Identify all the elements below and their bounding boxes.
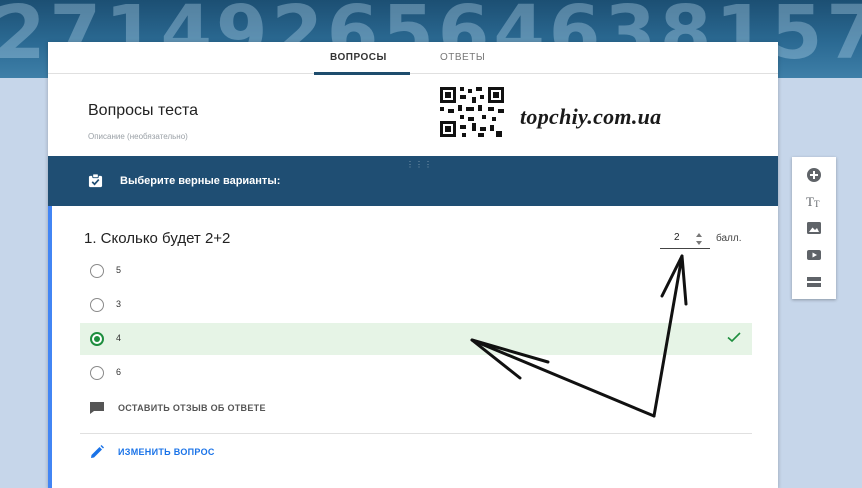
points-stepper-icon[interactable] <box>694 231 704 247</box>
points-label: балл. <box>716 233 742 244</box>
radio-button-selected[interactable] <box>90 332 104 346</box>
section-header: ⋮⋮⋮ Выберите верные варианты: <box>48 156 778 206</box>
option-label: 3 <box>116 299 122 309</box>
pencil-icon <box>91 445 104 458</box>
answer-option[interactable]: 5 <box>84 255 754 287</box>
add-feedback-label: ОСТАВИТЬ ОТЗЫВ ОБ ОТВЕТЕ <box>118 403 266 413</box>
title-text-icon[interactable]: T T <box>806 193 822 209</box>
section-title: Выберите верные варианты: <box>120 175 281 187</box>
option-label: 6 <box>116 367 122 377</box>
svg-text:T: T <box>814 199 820 209</box>
option-label: 4 <box>116 333 122 343</box>
video-icon[interactable] <box>806 247 822 263</box>
tab-questions[interactable]: ВОПРОСЫ <box>330 52 387 63</box>
edit-question-label: ИЗМЕНИТЬ ВОПРОС <box>118 447 215 457</box>
question-title[interactable]: 1. Сколько будет 2+2 <box>84 230 230 247</box>
watermark-text: topchiy.com.ua <box>520 104 662 129</box>
feedback-icon <box>90 402 104 414</box>
image-icon[interactable] <box>806 220 822 236</box>
answer-option-correct[interactable]: 4 <box>80 323 752 355</box>
radio-button[interactable] <box>90 298 104 312</box>
active-question-accent <box>48 206 52 488</box>
option-label: 5 <box>116 265 122 275</box>
side-toolbar: T T <box>792 157 836 299</box>
svg-text:T: T <box>806 194 814 209</box>
points-field[interactable]: 2 балл. <box>660 232 750 250</box>
section-icon[interactable] <box>806 274 822 290</box>
drag-handle-icon[interactable]: ⋮⋮⋮ <box>406 160 433 169</box>
points-input[interactable]: 2 <box>674 232 680 243</box>
answer-option[interactable]: 3 <box>84 289 754 321</box>
radio-button[interactable] <box>90 264 104 278</box>
add-question-icon[interactable] <box>806 167 822 183</box>
form-description[interactable]: Описание (необязательно) <box>88 132 188 141</box>
answer-option[interactable]: 6 <box>84 357 754 389</box>
form-title[interactable]: Вопросы теста <box>88 102 198 120</box>
qr-code-icon <box>438 85 506 139</box>
active-tab-indicator <box>314 72 410 75</box>
points-underline <box>660 248 710 249</box>
tab-answers[interactable]: ОТВЕТЫ <box>440 52 485 63</box>
correct-check-icon <box>727 332 741 343</box>
tab-bar: ВОПРОСЫ ОТВЕТЫ <box>48 42 778 75</box>
divider <box>80 433 752 434</box>
radio-button[interactable] <box>90 366 104 380</box>
assignment-check-icon <box>88 173 103 188</box>
